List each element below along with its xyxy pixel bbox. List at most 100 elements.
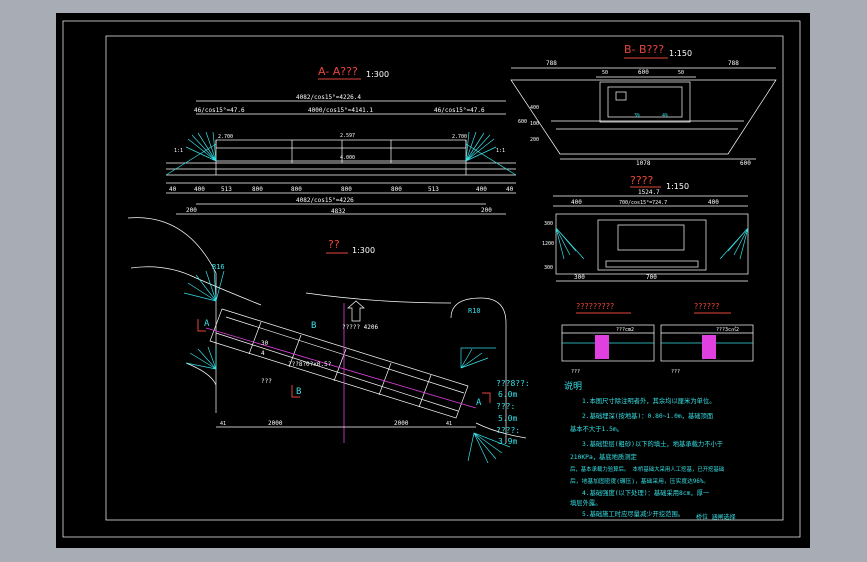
bb-dim-side-600: 600 — [518, 119, 527, 125]
detail-left-mark-1: ???cm2 — [616, 327, 634, 333]
end-dim-mid: 700/cos15°=724.7 — [619, 200, 667, 206]
aa-level-4: 2.700 — [452, 134, 467, 140]
note-2: 2.基础埋深(按地基)：0.80~1.0m，基础顶面 — [582, 411, 713, 420]
section-end-scale: 1:150 — [666, 182, 689, 191]
plan-label-b-bottom: B — [296, 387, 301, 397]
legend-line-5: ????: — [496, 426, 520, 435]
aa-dim-200-right: 200 — [481, 207, 492, 214]
plan-dim-2000a: 2000 — [268, 420, 283, 427]
section-bb: B- B??? 1:150 788 788 50 600 50 400 100 … — [510, 43, 777, 167]
section-bb-title: B- B??? — [624, 43, 664, 56]
note-6: 后，基本承载力验算后。 本桥基础大采用人工挖基，已开挖基础 — [570, 465, 724, 473]
note-5: 210KPa，基底地质测定 — [570, 452, 638, 461]
plan-legend: ???8??: 6.0m ???: 5.0m ????: 3.9m — [496, 379, 530, 446]
section-end-title: ???? — [630, 174, 654, 187]
plan-skew: ????? 4206 — [342, 324, 379, 331]
bb-mark-4: 4% — [662, 113, 668, 119]
aa-dim-200-left: 200 — [186, 207, 197, 214]
legend-line-6: 3.9m — [498, 437, 517, 446]
plan-label-r10: R10 — [468, 307, 481, 315]
end-dim-400a: 400 — [571, 199, 582, 206]
legend-line-2: 6.0m — [498, 390, 517, 399]
bb-dim-1078: 1078 — [636, 160, 651, 167]
plan-label-a-right: A — [476, 398, 482, 408]
notes-stamp: 桥位 涵闸选择 — [696, 513, 736, 521]
plan-title: ?? — [328, 238, 340, 251]
plan-label-a-left: A — [204, 319, 210, 329]
aa-dim-top-left: 46/cos15°=47.6 — [194, 107, 245, 114]
end-side-1200: 1200 — [542, 241, 554, 247]
plan-span-mark: ???8?0?x0.5? — [288, 361, 332, 368]
bb-dim-side-400: 400 — [530, 105, 539, 111]
aa-dim-bottom-4: 800 — [291, 186, 302, 193]
bb-dim-50a: 50 — [602, 70, 608, 76]
section-bb-scale: 1:150 — [669, 49, 692, 58]
bb-mark-3: 3% — [634, 113, 640, 119]
aa-dim-bottom-5: 800 — [341, 186, 352, 193]
legend-line-1: ???8??: — [496, 379, 530, 388]
plan-dim-41a: 41 — [220, 421, 226, 427]
end-dim-bottom-300: 300 — [574, 274, 585, 281]
aa-dim-bottom-6: 800 — [391, 186, 402, 193]
note-4: 3.基础垫层(粗砂)以下的填土，地基承载力不小于 — [582, 439, 723, 448]
end-dim-total: 1524.7 — [638, 189, 660, 196]
note-8: 4.基础强度(以下处理)：基础采用8cm，厚一 — [582, 488, 710, 497]
aa-dim-bottom-0: 40 — [169, 186, 177, 193]
aa-dim-bottom-3: 800 — [252, 186, 263, 193]
bb-dim-600b: 600 — [740, 160, 751, 167]
detail-right-mark-1: ???3c㎡2 — [716, 326, 739, 333]
plan-label-r16: R16 — [212, 263, 225, 271]
aa-level-2: 2.597 — [340, 133, 355, 139]
section-end: ???? 1:150 1524.7 400 700/cos15°=724.7 4… — [542, 174, 749, 282]
section-aa-scale: 1:300 — [366, 70, 389, 79]
bb-dim-right: 788 — [728, 60, 739, 67]
note-9: 填层外露。 — [570, 498, 601, 507]
bb-dim-left: 788 — [546, 60, 557, 67]
aa-dim-top-total: 4082/cos15°=4226.4 — [296, 94, 361, 101]
aa-dim-bottom-8: 400 — [476, 186, 487, 193]
note-7: 后，地基加固密度(碾压)，基础采用，压实度达96%。 — [570, 477, 709, 485]
notes: 说明 1.本图尺寸除注明者外，其余均以厘米为单位。 2.基础埋深(按地基)：0.… — [564, 380, 736, 521]
detail-right-mark-2: ??? — [671, 369, 680, 375]
bb-dim-side-100: 100 — [530, 121, 539, 127]
plan-dim-left-4: 4 — [261, 350, 265, 357]
aa-dim-top-right: 46/cos15°=47.6 — [434, 107, 485, 114]
aa-dim-bottom-1: 400 — [194, 186, 205, 193]
plan-angle-mark: ??? — [261, 378, 272, 385]
aa-dim-bottom-9: 40 — [506, 186, 514, 193]
end-dim-400b: 400 — [708, 199, 719, 206]
plan-view: ?? 1:300 R16 R10 B B A A ????? 4206 ???8… — [127, 217, 530, 464]
end-side-300a: 300 — [544, 221, 553, 227]
end-dim-bottom-700: 700 — [646, 274, 657, 281]
bb-dim-600: 600 — [638, 69, 649, 76]
aa-dim-bottom-7: 513 — [428, 186, 439, 193]
note-3: 基本不大于1.5m。 — [570, 424, 623, 433]
legend-line-3: ???: — [496, 402, 515, 411]
bb-dim-side-200: 200 — [530, 137, 539, 143]
notes-heading: 说明 — [564, 380, 582, 392]
plan-dim-2000b: 2000 — [394, 420, 409, 427]
aa-dim-top-mid: 4000/cos15°=4141.1 — [308, 107, 373, 114]
cad-viewport[interactable]: A- A??? 1:300 4082/cos15°=4226.4 46/cos1… — [56, 13, 810, 548]
detail-left-title: ????????? — [576, 302, 614, 311]
legend-line-4: 5.0m — [498, 414, 517, 423]
cad-drawing: A- A??? 1:300 4082/cos15°=4226.4 46/cos1… — [62, 20, 801, 538]
note-1: 1.本图尺寸除注明者外，其余均以厘米为单位。 — [582, 396, 716, 405]
aa-slope-left: 1:1 — [174, 148, 183, 154]
aa-level-3: 4.000 — [340, 155, 355, 161]
plan-dim-left-30: 30 — [261, 340, 269, 347]
aa-dim-total: 4082/cos15°=4226 — [296, 197, 354, 204]
outer-border — [62, 20, 801, 538]
detail-views: ????????? ?????? ???cm2 ??? ???3c㎡2 ??? — [561, 302, 754, 375]
section-aa: A- A??? 1:300 4082/cos15°=4226.4 46/cos1… — [165, 65, 517, 215]
detail-right-title: ?????? — [694, 302, 719, 311]
aa-slope-right: 1:1 — [496, 148, 505, 154]
section-aa-title: A- A??? — [318, 65, 358, 78]
plan-dim-41b: 41 — [446, 421, 452, 427]
plan-scale: 1:300 — [352, 246, 375, 255]
aa-level-1: 2.700 — [218, 134, 233, 140]
note-10: 5.基础施工时应尽量减少开挖范围。 — [582, 509, 684, 518]
detail-left-mark-2: ??? — [571, 369, 580, 375]
plan-label-b-top: B — [311, 321, 316, 331]
bb-dim-50b: 50 — [678, 70, 684, 76]
